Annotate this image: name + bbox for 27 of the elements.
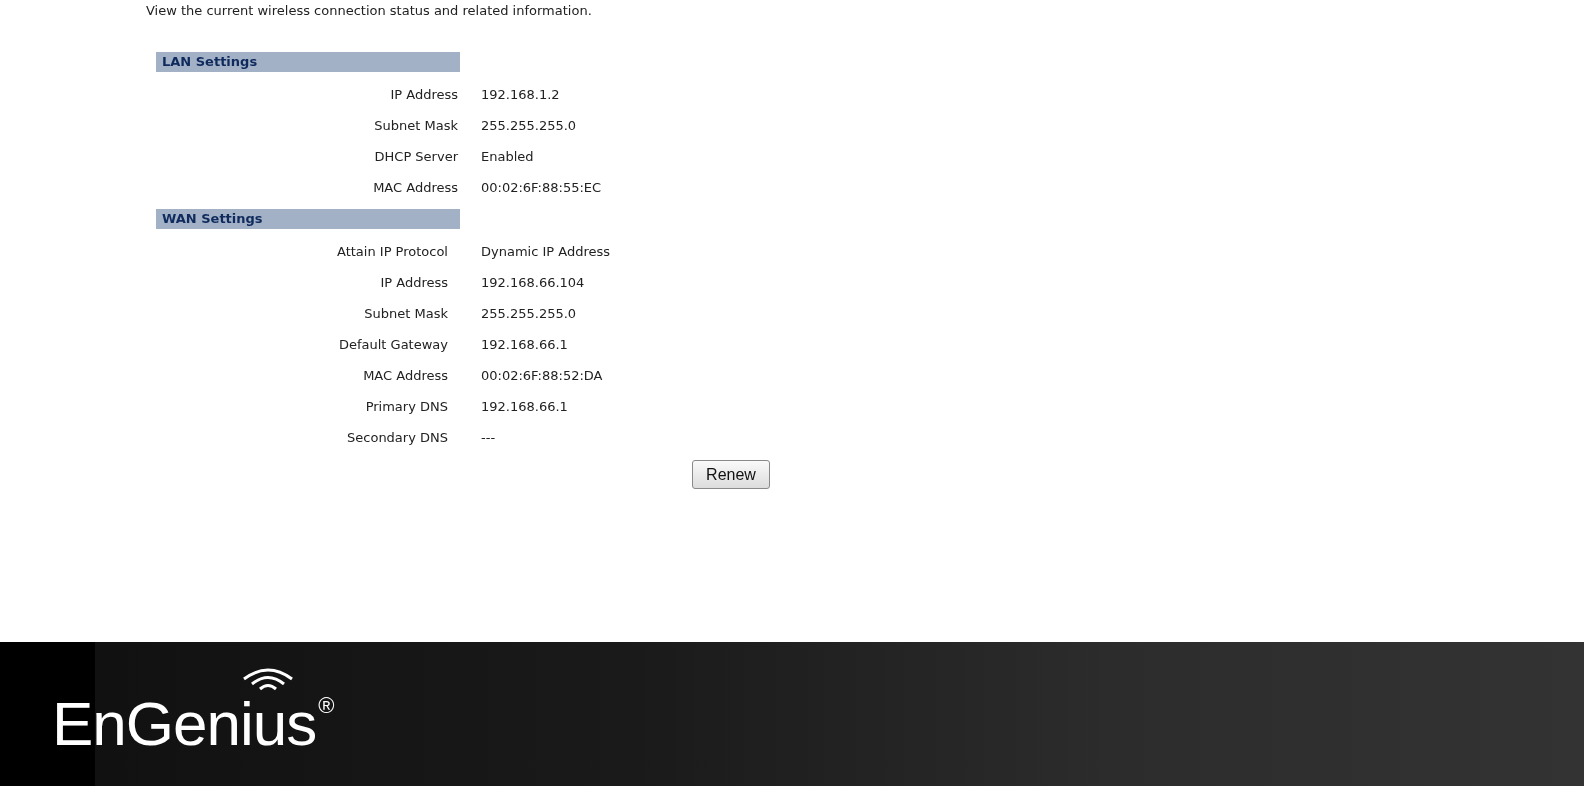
field-value: 255.255.255.0: [481, 305, 578, 323]
field-label: Subnet Mask: [363, 305, 448, 323]
field-label: MAC Address: [362, 367, 448, 385]
field-value: 00:02:6F:88:52:DA: [481, 367, 604, 385]
field-value: 192.168.66.1: [481, 336, 569, 354]
field-label: IP Address: [379, 274, 448, 292]
field-label: Subnet Mask: [373, 117, 458, 135]
field-value: 00:02:6F:88:55:EC: [481, 179, 602, 197]
field-value: Dynamic IP Address: [481, 243, 611, 261]
page-description: View the current wireless connection status and related information.: [146, 2, 593, 20]
field-label: Secondary DNS: [346, 429, 448, 447]
renew-button[interactable]: Renew: [692, 460, 770, 489]
field-value: 255.255.255.0: [481, 117, 578, 135]
section-header: LAN Settings: [156, 52, 460, 72]
section-header: WAN Settings: [156, 209, 460, 229]
field-label: Attain IP Protocol: [336, 243, 448, 261]
field-value: 192.168.66.1: [481, 398, 569, 416]
field-label: DHCP Server: [373, 148, 458, 166]
field-value: 192.168.1.2: [481, 86, 561, 104]
field-value: ---: [481, 429, 497, 447]
field-label: IP Address: [389, 86, 458, 104]
field-label: MAC Address: [372, 179, 458, 197]
brand-logo: EnGenius$^{®}$: [52, 693, 334, 755]
field-label: Primary DNS: [364, 398, 448, 416]
field-label: Default Gateway: [337, 336, 448, 354]
field-value: Enabled: [481, 148, 535, 166]
field-value: 192.168.66.104: [481, 274, 586, 292]
